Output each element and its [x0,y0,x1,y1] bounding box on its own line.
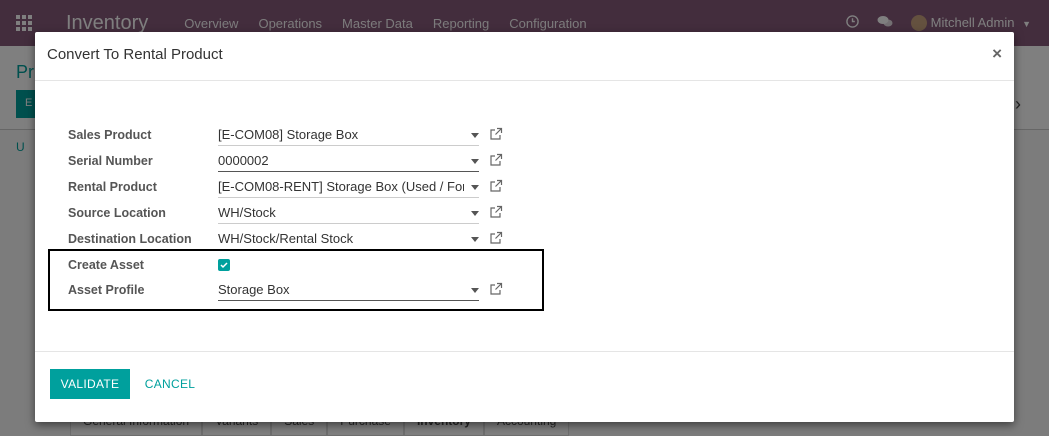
create-asset-row: Create Asset [68,253,548,277]
sales-product-label: Sales Product [68,128,152,142]
validate-button[interactable]: VALIDATE [50,369,130,399]
dropdown-caret-icon[interactable] [471,237,479,242]
dropdown-caret-icon[interactable] [471,185,479,190]
asset-profile-label: Asset Profile [68,283,145,297]
dialog-title: Convert To Rental Product [47,46,223,63]
dialog-footer: VALIDATE CANCEL [35,351,1014,422]
external-link-icon[interactable] [489,205,503,219]
rental-product-value: [E-COM08-RENT] Storage Box (Used / For R… [218,179,464,194]
asset-profile-row: Asset Profile Storage Box [68,278,548,302]
source-location-value: WH/Stock [218,205,276,220]
convert-rental-dialog: Convert To Rental Product × Sales Produc… [35,32,1014,422]
dialog-header: Convert To Rental Product × [35,32,1014,81]
checkmark-icon [220,262,228,269]
destination-location-row: Destination Location WH/Stock/Rental Sto… [68,227,548,251]
asset-profile-value: Storage Box [218,282,290,297]
dropdown-caret-icon[interactable] [471,159,479,164]
source-location-row: Source Location WH/Stock [68,201,548,225]
destination-location-value: WH/Stock/Rental Stock [218,231,354,246]
source-location-field[interactable]: WH/Stock [218,203,479,224]
rental-product-label: Rental Product [68,180,157,194]
create-asset-label: Create Asset [68,258,144,272]
external-link-icon[interactable] [489,127,503,141]
destination-location-label: Destination Location [68,232,192,246]
external-link-icon[interactable] [489,282,503,296]
asset-profile-field[interactable]: Storage Box [218,280,479,301]
destination-location-field[interactable]: WH/Stock/Rental Stock [218,229,479,250]
external-link-icon[interactable] [489,153,503,167]
create-asset-checkbox[interactable] [218,259,230,271]
rental-product-row: Rental Product [E-COM08-RENT] Storage Bo… [68,175,548,199]
dropdown-caret-icon[interactable] [471,288,479,293]
external-link-icon[interactable] [489,179,503,193]
sales-product-row: Sales Product [E-COM08] Storage Box [68,123,548,147]
dropdown-caret-icon[interactable] [471,211,479,216]
source-location-label: Source Location [68,206,166,220]
serial-number-row: Serial Number 0000002 [68,149,548,173]
sales-product-field[interactable]: [E-COM08] Storage Box [218,125,479,146]
serial-number-label: Serial Number [68,154,153,168]
serial-number-value: 0000002 [218,153,269,168]
rental-product-field[interactable]: [E-COM08-RENT] Storage Box (Used / For R… [218,177,479,198]
cancel-button[interactable]: CANCEL [138,369,202,399]
dialog-body: Sales Product [E-COM08] Storage Box Seri… [35,82,1014,352]
dropdown-caret-icon[interactable] [471,133,479,138]
sales-product-value: [E-COM08] Storage Box [218,127,359,142]
close-icon[interactable]: × [992,44,1002,64]
serial-number-field[interactable]: 0000002 [218,151,479,172]
external-link-icon[interactable] [489,231,503,245]
